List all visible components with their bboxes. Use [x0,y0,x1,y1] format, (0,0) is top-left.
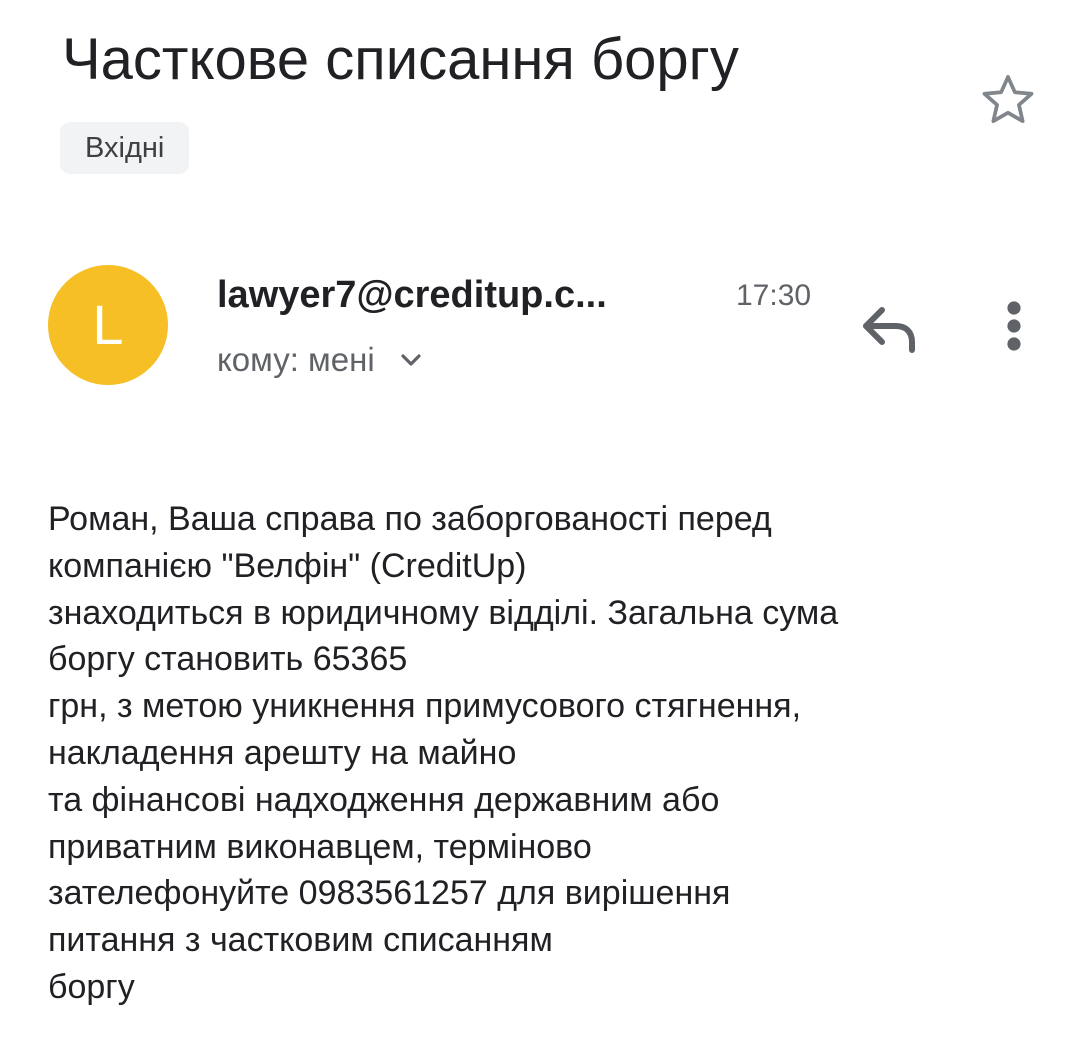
body-line: зателефонуйте 0983561257 для вирішення [48,874,731,913]
email-time: 17:30 [736,279,812,312]
body-line: знаходиться в юридичному відділі. Загаль… [48,593,839,632]
label-chip-inbox[interactable]: Вхідні [60,122,190,174]
body-line: боргу становить 65365 [48,640,408,679]
body-line: компанією "Велфін" (CreditUp) [48,546,527,585]
email-body: Роман, Ваша справа по заборгованості пер… [48,496,1058,1011]
recipient-text: кому: мені [217,341,375,378]
body-line: питання з частковим списанням [48,921,553,960]
star-icon[interactable] [976,70,1040,130]
body-line: Роман, Ваша справа по заборгованості пер… [48,500,772,538]
body-line: приватним виконавцем, терміново [48,827,592,866]
email-subject: Часткове списання боргу [62,27,739,92]
avatar[interactable]: L [48,265,168,385]
more-vert-icon[interactable] [992,298,1036,354]
chevron-down-icon[interactable] [395,344,427,376]
body-line: грн, з метою уникнення примусового стягн… [48,687,802,726]
body-line: та фінансові надходження державним або [48,780,720,819]
body-line: накладення арешту на майно [48,733,517,772]
body-line: боргу [48,967,135,1006]
reply-icon[interactable] [858,300,922,356]
recipient-details[interactable]: кому: мені [217,336,427,384]
sender-email[interactable]: lawyer7@creditup.c... [217,268,607,322]
